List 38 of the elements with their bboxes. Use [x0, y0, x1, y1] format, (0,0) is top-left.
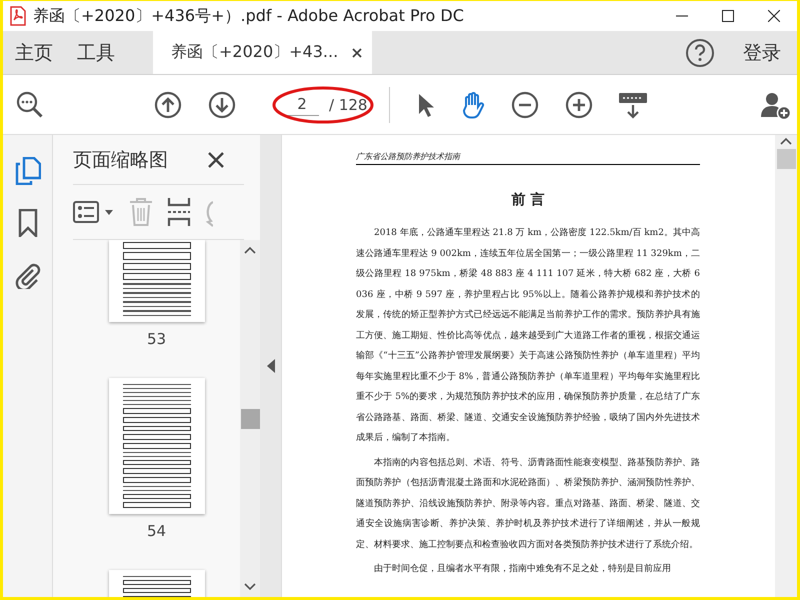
- page-number-label: 54: [146, 522, 166, 540]
- running-header: 广东省公路预防养护技术指南: [356, 151, 700, 165]
- pdf-file-icon: [9, 6, 27, 26]
- paragraph: 由于时间仓促，且编者水平有限，指南中难免有不足之处，特别是目前应用: [373, 562, 672, 576]
- page-heading: 前 言: [510, 191, 546, 209]
- paragraph: 本指南的内容包括总则、术语、符号、沥青路面性能衰变模型、路基预防养护、路面预防养护（包括沥青混凝土路面和水泥砼路面）、桥梁预防养护、涵洞预防性养护、隧道预防养护、沿线设施预防养护、附录等内容。重点对路基、路面、桥梁、隧道、交通安全设施病害诊断、养护决策、养护时机及养护技术进行了详细阐述，并从一般规定、材料要求、施工控制要点和检查验收四方面对各类预防养护技术进行了系统介绍。: [356, 456, 700, 552]
- insert-page-icon[interactable]: [167, 197, 191, 227]
- window-title: 养函〔+2020〕+436号+）.pdf - Adobe Acrobat Pro DC: [33, 6, 465, 26]
- scrollbar-thumb[interactable]: [776, 149, 796, 169]
- nav-tab[interactable]: 主页: [3, 31, 65, 74]
- chevron-up-icon[interactable]: [780, 137, 792, 145]
- arrow-up-circle-icon[interactable]: [153, 90, 183, 120]
- close-icon: [768, 10, 780, 22]
- pages-icon[interactable]: [14, 157, 40, 185]
- paragraph: 2018 年底，公路通车里程达 21.8 万 km，公路密度 122.5km/百 km2。其中高速公路通车里程达 9 002km，连续五年位居全国第一；一级公路里程 11 329km，二级公路里程 18 975km，桥梁 48 883 座 4 111 107 延米，特大桥 682 座，大桥 6 036 座，中桥 9 597 座，养护里程占比 95%以上。随着公路养护规模和养护技术的发展，传统的矫正型养护方式已经远远不能满足当前养护工作的需求。预防养护具有施工方便、施工期短、性价比高等优点，越来越受到广大道路工作者的重视，根据交通运输部《“十三五”公路养护管理发展纲要》关于高速公路预防性养护（单车道里程）平均每年实施里程比重不少于 8%，普通公路预防养护（单车道里程）平均每年实施里程比重不少于 5%的要求，为规范预防养护技术的应用，确保预防养护质量，在总结了广东省公路路基、路面、桥梁、隧道、交通安全设施预防养护经验，吸纳了国内外先进技术成果后，编制了本指南。: [356, 226, 700, 445]
- page-total: / 128: [329, 96, 368, 114]
- page-number-label: 53: [146, 330, 166, 348]
- chevron-up-icon[interactable]: [244, 246, 256, 254]
- zoom-search-icon[interactable]: [15, 90, 45, 120]
- zoom-in-icon[interactable]: [564, 90, 594, 120]
- document-tab[interactable]: 养函〔+2020〕+43...: [153, 31, 372, 74]
- scrollbar-thumb[interactable]: [240, 408, 260, 428]
- close-icon[interactable]: [352, 48, 362, 58]
- paperclip-icon[interactable]: [14, 261, 40, 289]
- page-thumbnail[interactable]: [108, 378, 204, 514]
- sign-in-link[interactable]: 登录: [735, 31, 797, 74]
- page-thumbnail[interactable]: [108, 240, 204, 322]
- arrow-down-circle-icon[interactable]: [207, 90, 237, 120]
- panel-title: 页面缩略图: [73, 148, 168, 172]
- maximize-icon: [722, 10, 734, 22]
- close-icon[interactable]: [208, 152, 224, 168]
- thumbnail-options-icon[interactable]: [73, 200, 115, 224]
- nav-tab[interactable]: 工具: [65, 31, 127, 74]
- page-number-field[interactable]: 2: [285, 94, 319, 116]
- zoom-out-icon[interactable]: [510, 90, 540, 120]
- chevron-down-icon[interactable]: [244, 583, 256, 591]
- help-icon[interactable]: [685, 38, 715, 68]
- triangle-left-icon: [266, 359, 274, 373]
